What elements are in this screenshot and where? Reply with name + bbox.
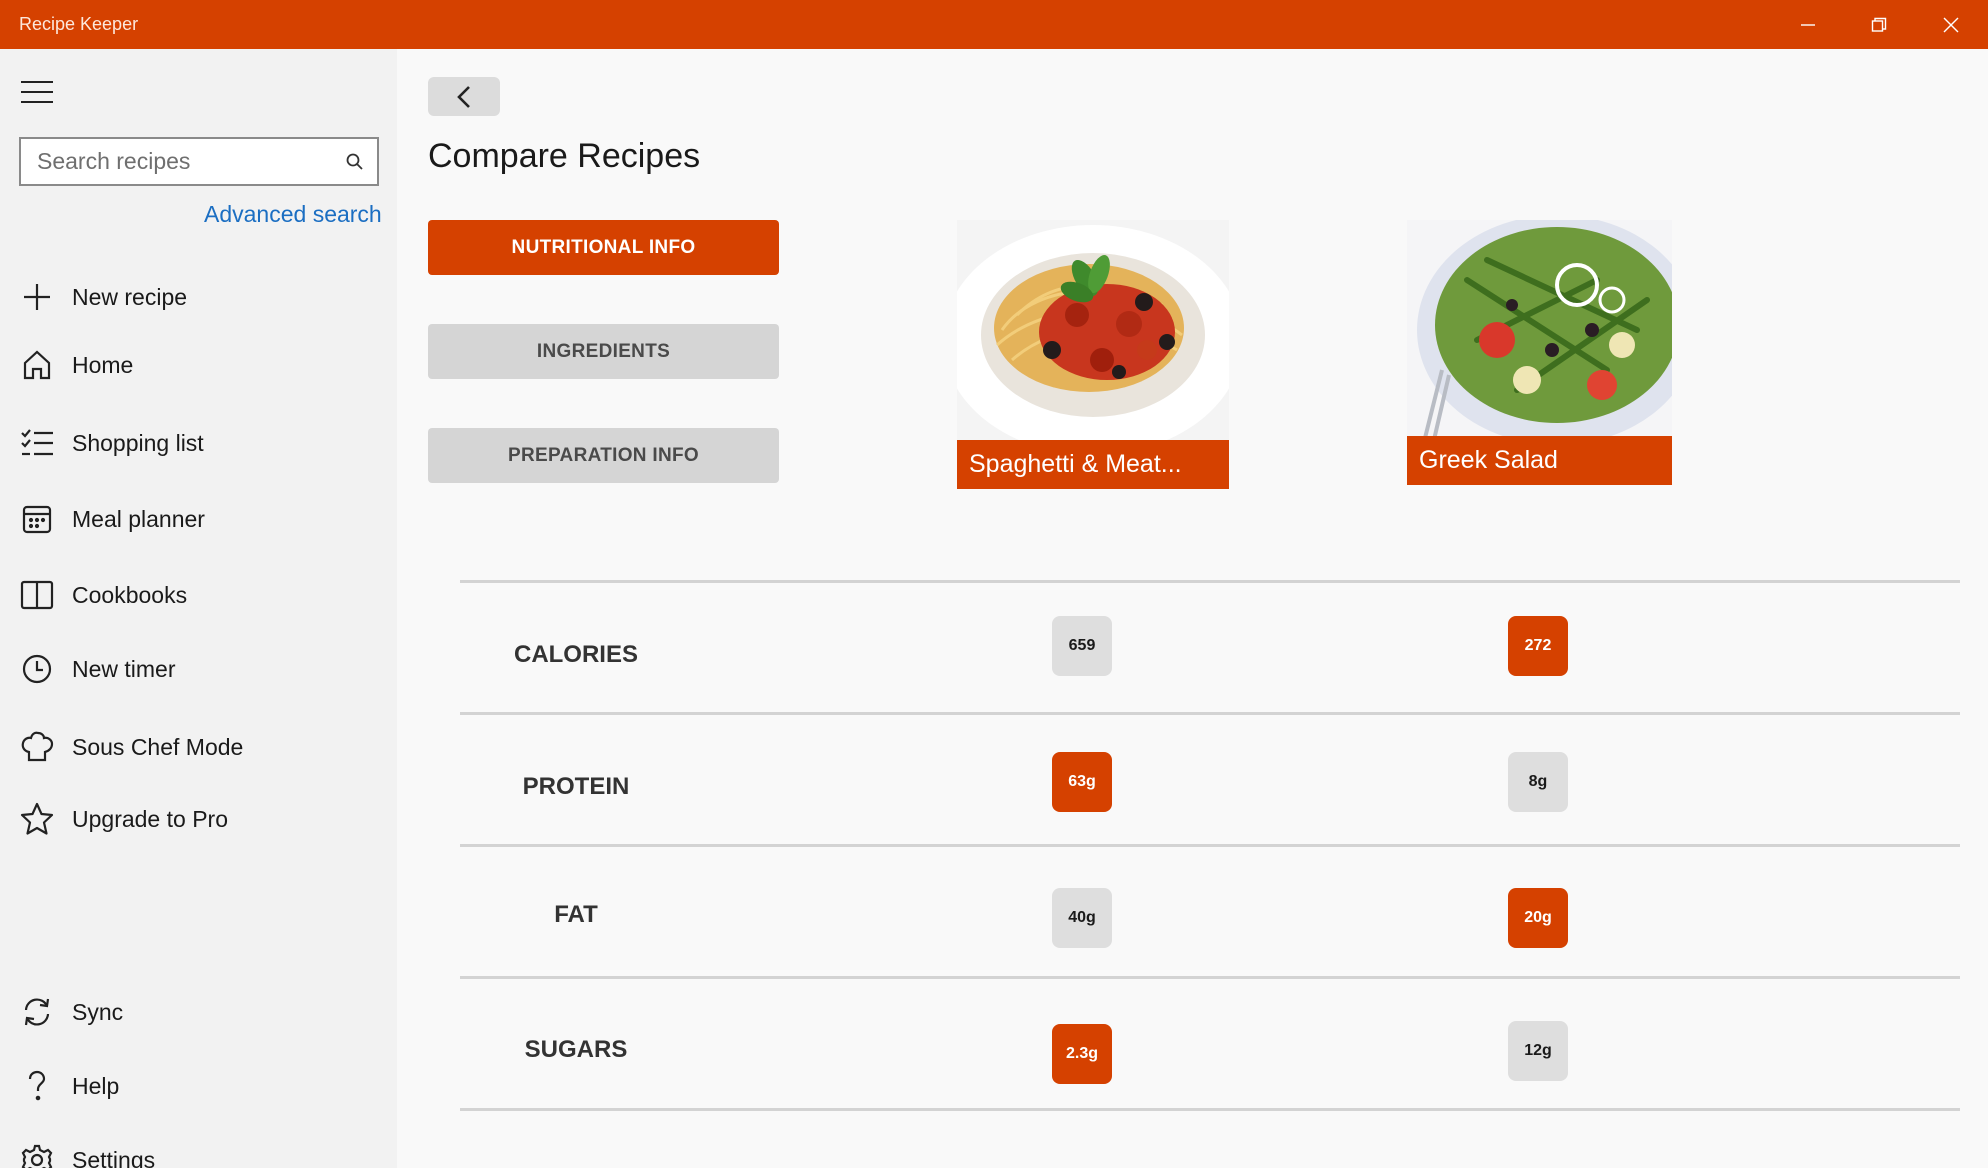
nutrient-label-protein: PROTEIN [522, 773, 630, 800]
calendar-icon [18, 500, 56, 538]
nav-home[interactable]: Home [0, 335, 397, 395]
nav-cookbooks[interactable]: Cookbooks [0, 565, 397, 625]
search-input[interactable] [21, 139, 321, 184]
nav-label: Upgrade to Pro [72, 805, 228, 832]
value-badge: 8g [1508, 752, 1568, 812]
nutrient-label-sugars: SUGARS [524, 1036, 628, 1063]
home-icon [18, 346, 56, 384]
chef-hat-icon [18, 728, 56, 766]
page-title: Compare Recipes [428, 137, 701, 175]
value-badge: 2.3g [1052, 1024, 1112, 1084]
nav-label: Sous Chef Mode [72, 733, 244, 760]
main-content: Compare Recipes NUTRITIONAL INFO INGREDI… [397, 49, 1988, 1168]
help-icon [18, 1067, 56, 1105]
nav-label: New recipe [72, 283, 188, 310]
value-badge: 272 [1508, 616, 1568, 676]
row-divider [460, 844, 1960, 847]
gear-icon [18, 1141, 56, 1168]
clock-icon [18, 650, 56, 688]
title-bar: Recipe Keeper [0, 0, 1988, 49]
window-title: Recipe Keeper [19, 14, 139, 34]
nutrient-label-calories: CALORIES [513, 641, 638, 668]
minimize-button[interactable] [1773, 0, 1843, 49]
restore-icon [1871, 17, 1887, 32]
value-badge: 659 [1052, 616, 1112, 676]
nav-label: Shopping list [72, 429, 204, 456]
book-icon [18, 576, 56, 614]
sidebar: Advanced search New recipe Home Shopping… [0, 49, 397, 1168]
value-badge: 63g [1052, 752, 1112, 812]
nav-label: Sync [72, 998, 124, 1025]
close-icon [1943, 17, 1959, 32]
value-badge: 12g [1508, 1021, 1568, 1081]
value-badge: 40g [1052, 888, 1112, 948]
nav-label: Cookbooks [72, 581, 188, 608]
tab-nutritional-info[interactable]: NUTRITIONAL INFO [428, 220, 779, 275]
nav-help[interactable]: Help [0, 1056, 397, 1116]
spaghetti-photo: Spaghetti & Meat... [957, 220, 1229, 489]
recipe-card[interactable]: Greek Salad [1407, 220, 1672, 485]
nav-label: Meal planner [72, 505, 205, 532]
nav-new-recipe[interactable]: New recipe [0, 267, 397, 327]
row-divider [460, 580, 1960, 583]
search-icon[interactable] [345, 152, 365, 172]
sync-icon [18, 993, 56, 1031]
tab-ingredients[interactable]: INGREDIENTS [428, 324, 779, 379]
nav-label: Home [72, 351, 134, 378]
nav-upgrade-to-pro[interactable]: Upgrade to Pro [0, 789, 397, 849]
row-divider [460, 976, 1960, 979]
hamburger-menu-icon[interactable] [20, 77, 54, 107]
tab-preparation-info[interactable]: PREPARATION INFO [428, 428, 779, 483]
recipe-name: Greek Salad [1407, 436, 1672, 485]
row-divider [460, 712, 1960, 715]
nav-sous-chef-mode[interactable]: Sous Chef Mode [0, 717, 397, 777]
chevron-left-icon [457, 85, 470, 108]
row-divider [460, 1108, 1960, 1111]
star-icon [18, 800, 56, 838]
nav-settings[interactable]: Settings [0, 1130, 397, 1168]
close-button[interactable] [1916, 0, 1986, 49]
nav-shopping-list[interactable]: Shopping list [0, 413, 397, 473]
value-badge: 20g [1508, 888, 1568, 948]
nav-label: Settings [72, 1146, 156, 1168]
nav-sync[interactable]: Sync [0, 982, 397, 1042]
minimize-icon [1801, 23, 1815, 26]
plus-icon [18, 278, 56, 316]
restore-button[interactable] [1844, 0, 1914, 49]
back-button[interactable] [428, 77, 500, 116]
nav-label: Help [72, 1072, 120, 1099]
nav-meal-planner[interactable]: Meal planner [0, 489, 397, 549]
search-box [19, 137, 379, 186]
advanced-search-link[interactable]: Advanced search [204, 201, 382, 228]
salad-photo: Greek Salad [1407, 220, 1672, 485]
nutrient-label-fat: FAT [554, 901, 598, 928]
recipe-name: Spaghetti & Meat... [957, 440, 1229, 489]
recipe-card[interactable]: Spaghetti & Meat... [957, 220, 1229, 489]
checklist-icon [18, 424, 56, 462]
nav-new-timer[interactable]: New timer [0, 639, 397, 699]
nav-label: New timer [72, 655, 176, 682]
